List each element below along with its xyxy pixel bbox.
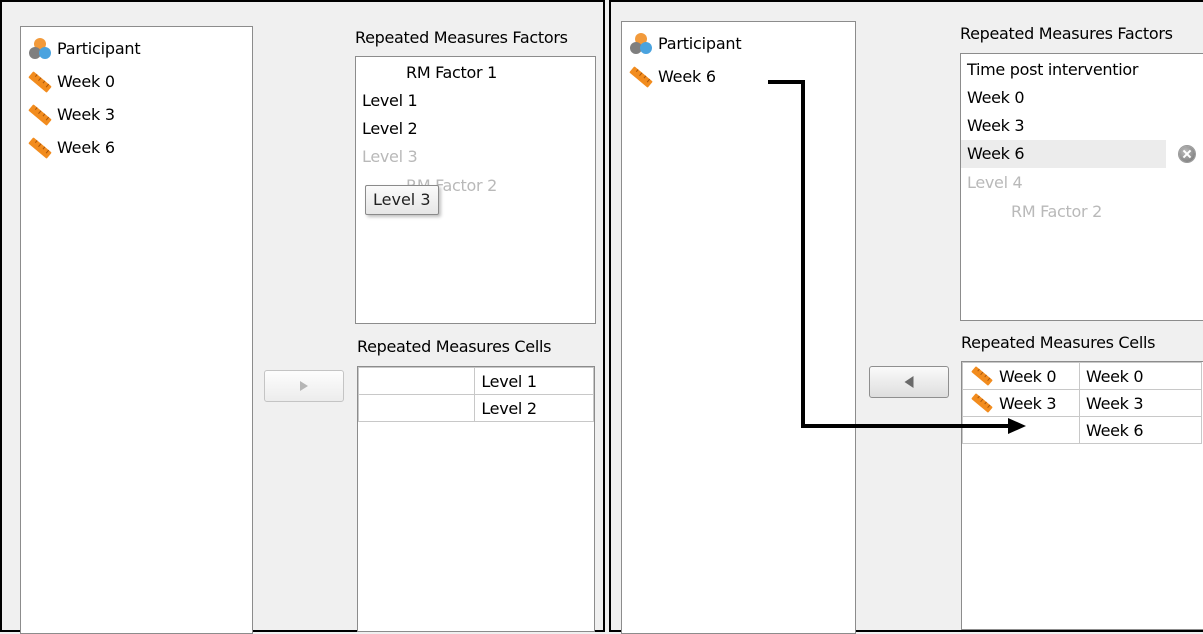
scale-ruler-icon	[628, 65, 654, 89]
factor-level[interactable]: Level 2	[362, 115, 418, 143]
factor-level[interactable]: Week 0	[967, 84, 1025, 112]
variable-label: Week 6	[658, 66, 716, 86]
right-panel: Participant Week 6 Repeated Measures Fac…	[609, 0, 1203, 634]
table-row[interactable]: Week 6	[962, 416, 1202, 444]
remove-circle-icon[interactable]	[1179, 146, 1195, 162]
cells-section-label: Repeated Measures Cells	[961, 333, 1156, 352]
variable-label: Participant	[57, 38, 141, 58]
factor-level[interactable]: Level 1	[362, 87, 418, 115]
variables-list[interactable]: Participant Week 6	[621, 21, 856, 634]
cell-variable[interactable]	[357, 394, 476, 422]
variable-label: Week 6	[57, 137, 115, 157]
factors-section-label: Repeated Measures Factors	[960, 24, 1173, 43]
table-row[interactable]: Week 3 Week 3	[962, 389, 1202, 417]
cell-level: Level 1	[474, 367, 594, 395]
variable-label: Week 3	[57, 104, 115, 124]
table-row[interactable]: Level 1	[357, 367, 594, 395]
cells-table: Level 1 Level 2	[357, 367, 594, 422]
factor-level-selected[interactable]: Week 6	[961, 140, 1166, 168]
cell-variable-empty[interactable]	[962, 416, 1080, 444]
left-panel: Participant Week 0 Week 3 Week 6 Repeate…	[0, 0, 605, 634]
arrow-left-icon	[904, 376, 914, 388]
cell-level: Level 2	[474, 394, 594, 422]
new-level-placeholder[interactable]: Level 3	[362, 143, 418, 171]
cells-table-box[interactable]: Level 1 Level 2	[357, 366, 595, 632]
variable-item-week-6[interactable]: Week 6	[622, 60, 716, 92]
cell-variable[interactable]: Week 0	[962, 362, 1080, 390]
variable-item-participant[interactable]: Participant	[622, 27, 742, 59]
variable-label: Week 0	[57, 71, 115, 91]
cell-level: Week 6	[1079, 416, 1202, 444]
drag-tooltip: Level 3	[365, 185, 439, 215]
cells-table-box[interactable]: Week 0 Week 0 Week 3 Week 3 Week 6	[961, 361, 1203, 630]
factors-list[interactable]: Time post interventior Week 0 Week 3 Wee…	[960, 53, 1203, 321]
variable-item-participant[interactable]: Participant	[21, 32, 141, 64]
nominal-variable-icon	[27, 37, 53, 61]
factor-level[interactable]: Week 3	[967, 112, 1025, 140]
nominal-variable-icon	[628, 32, 654, 56]
cell-level: Week 0	[1079, 362, 1202, 390]
factors-section-label: Repeated Measures Factors	[355, 28, 568, 47]
new-level-placeholder[interactable]: Level 4	[967, 169, 1023, 197]
cell-variable[interactable]: Week 3	[962, 389, 1080, 417]
table-row[interactable]: Level 2	[357, 394, 594, 422]
variable-item-week-0[interactable]: Week 0	[21, 65, 115, 97]
scale-ruler-icon	[969, 392, 995, 414]
factor-name[interactable]: Time post interventior	[967, 56, 1138, 84]
cells-section-label: Repeated Measures Cells	[357, 337, 552, 356]
new-factor-placeholder[interactable]: RM Factor 2	[1011, 198, 1102, 226]
variables-list[interactable]: Participant Week 0 Week 3 Week 6	[20, 26, 253, 634]
assign-right-button[interactable]	[264, 370, 344, 402]
variable-item-week-3[interactable]: Week 3	[21, 98, 115, 130]
cell-variable[interactable]	[357, 367, 476, 395]
variable-label: Participant	[658, 33, 742, 53]
factors-list[interactable]: RM Factor 1 Level 1 Level 2 Level 3 RM F…	[355, 56, 596, 324]
variable-item-week-6[interactable]: Week 6	[21, 131, 115, 163]
cell-variable-label: Week 0	[999, 366, 1057, 386]
assign-left-button[interactable]	[869, 366, 949, 398]
scale-ruler-icon	[27, 103, 53, 127]
scale-ruler-icon	[27, 70, 53, 94]
scale-ruler-icon	[27, 136, 53, 160]
cell-variable-label: Week 3	[999, 393, 1057, 413]
cell-level: Week 3	[1079, 389, 1202, 417]
arrow-right-icon	[300, 381, 308, 391]
cells-table: Week 0 Week 0 Week 3 Week 3 Week 6	[962, 362, 1202, 444]
scale-ruler-icon	[969, 365, 995, 387]
factor-name[interactable]: RM Factor 1	[406, 59, 497, 87]
table-row[interactable]: Week 0 Week 0	[962, 362, 1202, 390]
